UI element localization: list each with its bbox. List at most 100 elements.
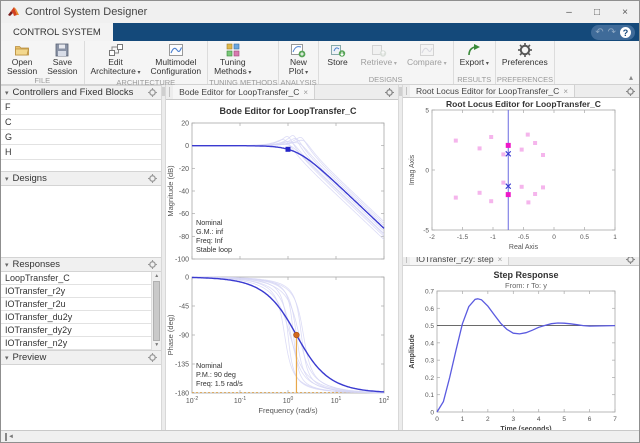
svg-text:2: 2 xyxy=(486,416,490,423)
toolbar-group-architecture: EditArchitecture ▾MultimodelConfiguratio… xyxy=(85,41,209,84)
root-locus-plot[interactable]: Root Locus Editor for LoopTransfer_C-2-1… xyxy=(403,98,639,252)
svg-text:3: 3 xyxy=(511,416,515,423)
svg-text:-5: -5 xyxy=(423,228,429,235)
svg-text:-135: -135 xyxy=(175,362,189,369)
splitter-handle-icon[interactable] xyxy=(399,87,402,96)
collapse-section-icon[interactable]: ▾ xyxy=(5,354,9,362)
svg-text:-2: -2 xyxy=(429,234,435,241)
list-item-f[interactable]: F xyxy=(1,100,161,115)
tab-bode-editor[interactable]: Bode Editor for LoopTransfer_C × xyxy=(173,85,315,99)
root-locus-figure: Root Locus Editor for LoopTransfer_C-2-1… xyxy=(403,98,639,257)
svg-text:P.M.: 90 deg: P.M.: 90 deg xyxy=(196,370,236,379)
open-session-button[interactable]: OpenSession xyxy=(2,41,42,76)
scrollbar[interactable]: ▲▼ xyxy=(151,272,161,350)
gear-icon[interactable] xyxy=(148,256,157,274)
button-label: Plot ▾ xyxy=(289,67,308,78)
collapse-section-icon[interactable]: ▾ xyxy=(5,261,9,269)
undo-icon[interactable]: ↶ xyxy=(595,28,603,38)
list-item-g[interactable]: G xyxy=(1,130,161,145)
dropdown-arrow-icon: ▾ xyxy=(136,70,141,76)
svg-text:Nominal: Nominal xyxy=(196,361,223,370)
splitter-handle-icon[interactable] xyxy=(162,87,165,96)
svg-text:Time (seconds): Time (seconds) xyxy=(500,426,551,430)
drag-handle-icon[interactable] xyxy=(404,87,407,95)
toolbar-group-label: FILE xyxy=(2,76,83,85)
gear-icon[interactable] xyxy=(148,349,157,367)
svg-text:0: 0 xyxy=(185,143,189,150)
button-label: Retrieve ▾ xyxy=(361,58,397,69)
list-item-iotransfer_du2y[interactable]: IOTransfer_du2y xyxy=(1,311,151,324)
list-item-iotransfer_r2u[interactable]: IOTransfer_r2u xyxy=(1,298,151,311)
dropdown-arrow-icon: ▾ xyxy=(484,61,489,67)
svg-text:1: 1 xyxy=(461,416,465,423)
svg-text:102: 102 xyxy=(379,396,390,405)
toolbar-group-designs: StoreRetrieve ▾Compare ▾DESIGNS xyxy=(319,41,454,84)
tab-root-locus[interactable]: Root Locus Editor for LoopTransfer_C × xyxy=(410,85,575,97)
main-area: ▾ Controllers and Fixed Blocks FCGH ▾ Design… xyxy=(1,85,639,430)
button-label: Preferences xyxy=(502,58,548,67)
step-response-panel: IOTransfer_r2y: step × Step ResponseFrom… xyxy=(403,253,639,430)
gear-icon[interactable] xyxy=(385,85,398,99)
list-item-iotransfer_n2y[interactable]: IOTransfer_n2y xyxy=(1,337,151,350)
section-title: Responses xyxy=(13,259,149,270)
list-item-looptransfer_c[interactable]: LoopTransfer_C xyxy=(1,272,151,285)
scroll-up-icon[interactable]: ▲ xyxy=(152,272,161,281)
list-item-h[interactable]: H xyxy=(1,145,161,160)
svg-text:0.3: 0.3 xyxy=(425,358,434,365)
new-plot-button[interactable]: NewPlot ▾ xyxy=(280,41,316,78)
preferences-icon xyxy=(517,42,533,58)
bode-plot[interactable]: Bode Editor for LoopTransfer_C200-20-40-… xyxy=(166,100,397,430)
dropdown-arrow-icon: ▾ xyxy=(247,70,252,76)
collapse-section-icon[interactable]: ▾ xyxy=(5,89,9,97)
button-label: Store xyxy=(327,58,347,67)
list-item-c[interactable]: C xyxy=(1,115,161,130)
close-tab-icon[interactable]: × xyxy=(563,87,568,96)
tab-label: Bode Editor for LoopTransfer_C xyxy=(179,87,299,97)
svg-text:0.6: 0.6 xyxy=(425,306,434,313)
close-tab-icon[interactable]: × xyxy=(303,88,308,97)
scroll-down-icon[interactable]: ▼ xyxy=(152,341,161,350)
section-header-responses[interactable]: ▾ Responses xyxy=(1,257,161,272)
section-list-designs xyxy=(1,186,161,257)
maximize-button[interactable]: □ xyxy=(583,1,611,23)
section-title: Controllers and Fixed Blocks xyxy=(13,87,149,98)
tab-control-system[interactable]: CONTROL SYSTEM xyxy=(1,23,113,41)
section-header-controllers-and-fixed-blocks[interactable]: ▾ Controllers and Fixed Blocks xyxy=(1,85,161,100)
step-response-plot[interactable]: Step ResponseFrom: r To: y0123456700.10.… xyxy=(403,266,639,430)
collapse-ribbon-icon[interactable]: ▴ xyxy=(629,73,639,84)
scroll-thumb[interactable] xyxy=(153,281,160,341)
status-bar: ◄ xyxy=(1,430,639,442)
preferences-button[interactable]: Preferences xyxy=(497,41,553,75)
export-button[interactable]: Export ▾ xyxy=(455,41,494,75)
multimodel-configuration-button[interactable]: MultimodelConfiguration xyxy=(146,41,207,78)
help-icon[interactable]: ? xyxy=(620,27,631,38)
minimize-button[interactable]: – xyxy=(555,1,583,23)
svg-text:0.4: 0.4 xyxy=(425,340,434,347)
svg-text:10-2: 10-2 xyxy=(186,396,198,405)
section-title: Designs xyxy=(13,173,149,184)
svg-text:100: 100 xyxy=(283,396,294,405)
redo-icon[interactable]: ↷ xyxy=(608,28,616,38)
store-button[interactable]: Store xyxy=(320,41,356,75)
gear-icon[interactable] xyxy=(148,170,157,188)
root-locus-tab-bar: Root Locus Editor for LoopTransfer_C × xyxy=(403,85,639,98)
section-list-preview xyxy=(1,365,161,430)
list-item-iotransfer_dy2y[interactable]: IOTransfer_dy2y xyxy=(1,324,151,337)
list-item-iotransfer_r2y[interactable]: IOTransfer_r2y xyxy=(1,285,151,298)
svg-text:0.7: 0.7 xyxy=(425,289,434,296)
section-header-preview[interactable]: ▾Preview xyxy=(1,350,161,365)
section-header-designs[interactable]: ▾ Designs xyxy=(1,171,161,186)
close-button[interactable]: × xyxy=(611,1,639,23)
collapse-browser-icon[interactable]: ◄ xyxy=(5,433,14,441)
gear-icon[interactable] xyxy=(626,85,639,97)
toolbar-group-file: OpenSessionSaveSessionFILE xyxy=(1,41,85,84)
tab-label: Root Locus Editor for LoopTransfer_C xyxy=(416,86,559,96)
tuning-methods-button[interactable]: TuningMethods ▾ xyxy=(209,41,256,78)
svg-text:Root Locus Editor for LoopTran: Root Locus Editor for LoopTransfer_C xyxy=(446,99,601,109)
drag-handle-icon[interactable] xyxy=(167,87,170,97)
collapse-section-icon[interactable]: ▾ xyxy=(5,175,9,183)
save-session-button[interactable]: SaveSession xyxy=(42,41,82,76)
svg-text:1: 1 xyxy=(613,234,617,241)
svg-text:Amplitude: Amplitude xyxy=(409,334,416,368)
edit-architecture-button[interactable]: EditArchitecture ▾ xyxy=(86,41,146,78)
